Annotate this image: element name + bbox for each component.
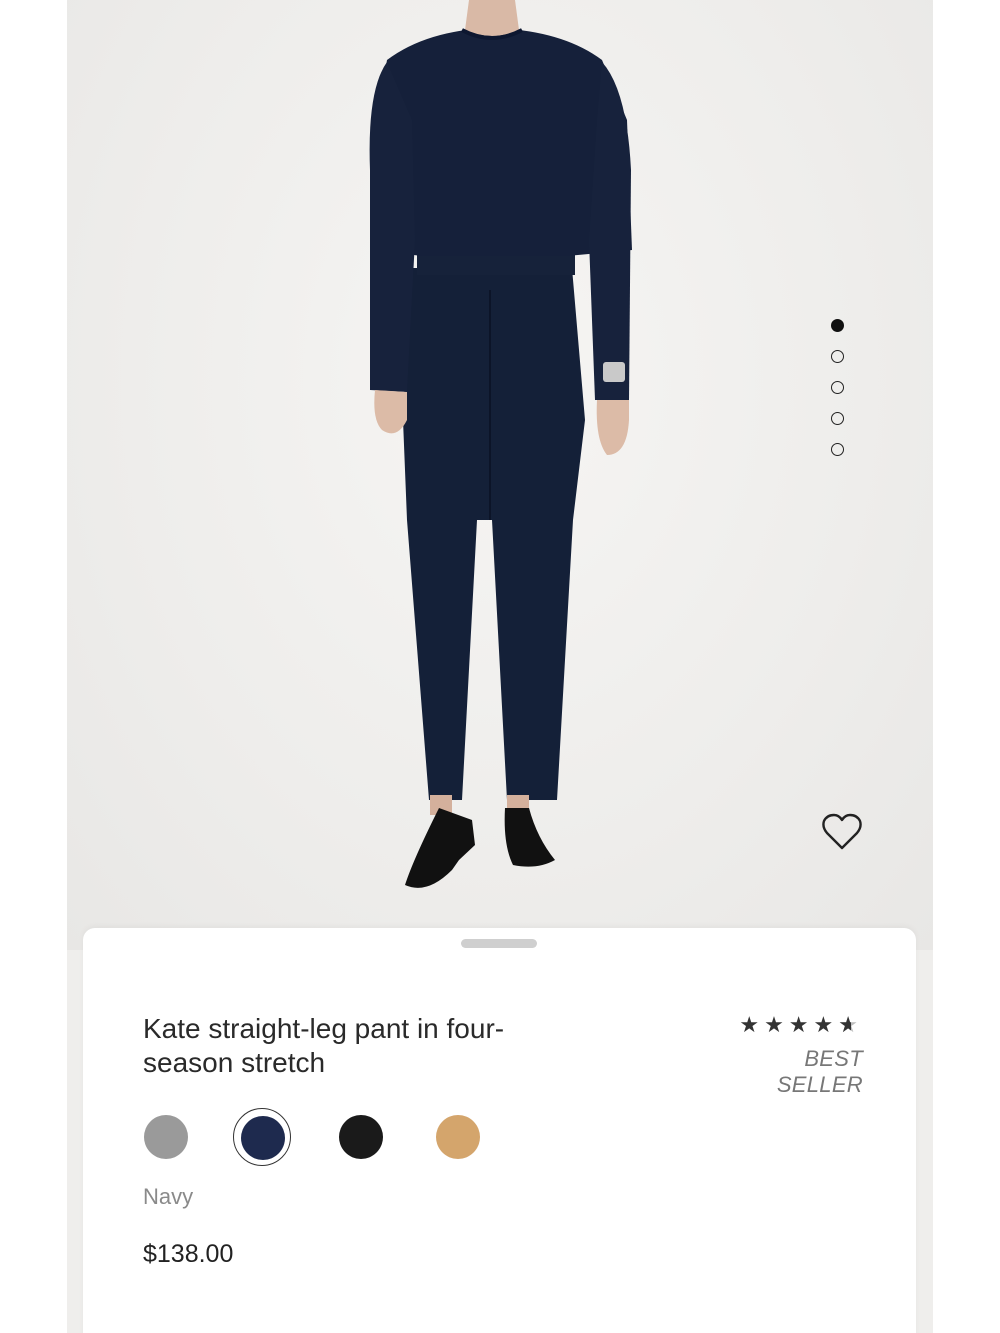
carousel-dot-2[interactable] [831, 350, 844, 363]
favorite-button[interactable] [821, 812, 863, 852]
model-image [369, 0, 632, 888]
swatch-chip [339, 1115, 383, 1159]
carousel-dot-4[interactable] [831, 412, 844, 425]
image-carousel-indicator [831, 319, 847, 474]
product-screen: Kate straight-leg pant in four-season st… [67, 0, 933, 1333]
product-title: Kate straight-leg pant in four-season st… [143, 1013, 505, 1078]
color-swatch-black[interactable] [332, 1108, 390, 1166]
product-rating[interactable]: ★★★★★ BEST SELLER [713, 1012, 863, 1098]
star-icon: ★ [764, 1012, 789, 1037]
carousel-dot-1[interactable] [831, 319, 844, 332]
sheet-drag-handle[interactable] [461, 939, 537, 948]
rating-stars: ★★★★★ [713, 1012, 863, 1038]
product-photo[interactable] [67, 0, 933, 950]
star-icon: ★ [788, 1012, 814, 1037]
best-seller-badge: BEST SELLER [776, 1046, 863, 1097]
half-star-icon: ★ [838, 1012, 863, 1037]
selected-color-label: Navy [143, 1184, 194, 1209]
star-icon: ★ [813, 1012, 839, 1037]
color-swatch-navy[interactable] [233, 1108, 291, 1166]
carousel-dot-3[interactable] [831, 381, 844, 394]
color-swatch-camel[interactable] [429, 1108, 487, 1166]
swatch-chip [436, 1115, 480, 1159]
carousel-dot-5[interactable] [831, 443, 844, 456]
swatch-chip [144, 1115, 188, 1159]
product-details-sheet: Kate straight-leg pant in four-season st… [83, 928, 916, 1333]
color-swatch-grey[interactable] [137, 1108, 195, 1166]
heart-outline-icon [822, 813, 862, 850]
swatch-chip [241, 1116, 285, 1160]
star-icon: ★ [739, 1012, 765, 1037]
product-price: $138.00 [143, 1240, 234, 1268]
